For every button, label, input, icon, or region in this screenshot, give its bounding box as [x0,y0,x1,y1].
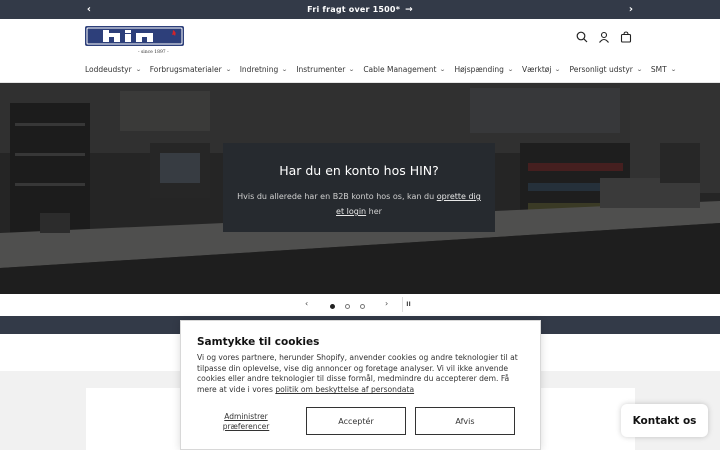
accept-cookies-button[interactable]: Acceptér [306,407,406,435]
announcement-bar: ‹ Fri fragt over 1500* → › [0,0,720,19]
announcement-prev-button[interactable]: ‹ [79,0,99,19]
header-icons [575,30,633,44]
search-icon[interactable] [575,30,589,44]
hin-logo-mark [85,26,184,46]
site-header: - since 1897 - Loddeudstyr ⌄ Forbrugsmate… [0,19,720,83]
announcement-link[interactable]: Fri fragt over 1500* → [307,5,413,15]
nav-label: Højspænding [454,65,504,74]
cookie-body: Vi og vores partnere, herunder Shopify, … [197,353,529,396]
chevron-down-icon: ⌄ [348,66,356,73]
slide-dot-indicator [330,304,335,309]
main-navigation: Loddeudstyr ⌄ Forbrugsmaterialer ⌄ Indretn… [85,65,677,74]
arrow-right-icon: → [405,4,413,15]
chevron-down-icon: ⌄ [554,66,562,73]
contact-us-button[interactable]: Kontakt os [621,404,708,437]
nav-label: Værktøj [521,65,552,74]
chevron-down-icon: ⌄ [636,66,643,73]
chevron-down-icon: ⌄ [224,66,232,73]
nav-label: Instrumenter [296,65,346,74]
hin-logo[interactable]: - since 1897 - [85,26,185,56]
nav-label: Personligt udstyr [569,65,633,74]
account-icon[interactable] [597,30,611,44]
nav-item-cable-management[interactable]: Cable Management ⌄ [363,65,447,74]
slide-dot-3[interactable] [360,302,365,311]
chevron-down-icon: ⌄ [507,66,514,73]
nav-item-smt[interactable]: SMT ⌄ [650,65,677,74]
chevron-right-icon: › [628,4,634,15]
nav-item-indretning[interactable]: Indretning ⌄ [240,65,288,74]
nav-item-vaerktoj[interactable]: Værktøj ⌄ [522,65,561,74]
nav-item-loddeudstyr[interactable]: Loddeudstyr ⌄ [85,65,141,74]
slide-dot-1[interactable] [330,302,335,311]
slideshow-pause-button[interactable]: II [402,297,414,312]
nav-label: SMT [650,65,667,74]
nav-label: Cable Management [363,65,437,74]
slide-dot-indicator [360,304,365,309]
nav-label: Forbrugsmaterialer [149,65,222,74]
hero-banner: Har du en konto hos HIN? Hvis du allered… [0,83,720,294]
nav-item-forbrugsmaterialer[interactable]: Forbrugsmaterialer ⌄ [149,65,232,74]
hero-text-after: her [366,207,382,216]
chevron-down-icon: ⌄ [134,66,142,73]
privacy-policy-link[interactable]: politik om beskyttelse af persondata [275,385,414,394]
hero-text: Hvis du allerede har en B2B konto hos os… [223,189,495,219]
hero-title: Har du en konto hos HIN? [279,163,439,178]
chevron-down-icon: ⌄ [281,66,289,73]
reject-cookies-button[interactable]: Afvis [415,407,515,435]
slide-prev-button[interactable]: ‹ [305,299,308,308]
hero-login-card: Har du en konto hos HIN? Hvis du allered… [223,143,495,232]
chevron-down-icon: ⌄ [439,66,447,73]
cookie-title: Samtykke til cookies [197,336,320,348]
slide-next-button[interactable]: › [385,299,388,308]
nav-label: Indretning [239,65,279,74]
nav-item-hojspaending[interactable]: Højspænding ⌄ [454,65,513,74]
nav-item-instrumenter[interactable]: Instrumenter ⌄ [296,65,356,74]
cookie-consent-banner: Samtykke til cookies Vi og vores partner… [180,320,541,450]
cart-icon[interactable] [619,30,633,44]
chevron-left-icon: ‹ [86,4,92,15]
announcement-text: Fri fragt over 1500* [307,5,401,14]
slide-dot-indicator [345,304,350,309]
manage-preferences-button[interactable]: Administrer præferencer [211,412,281,431]
announcement-next-button[interactable]: › [621,0,641,19]
nav-label: Loddeudstyr [85,65,132,74]
slideshow-controls: ‹ › II [0,294,720,316]
slide-dot-2[interactable] [345,302,350,311]
nav-item-personligt-udstyr[interactable]: Personligt udstyr ⌄ [569,65,643,74]
chevron-down-icon: ⌄ [669,66,677,73]
logo-tagline: - since 1897 - [138,50,169,55]
hero-text-before: Hvis du allerede har en B2B konto hos os… [237,192,437,201]
